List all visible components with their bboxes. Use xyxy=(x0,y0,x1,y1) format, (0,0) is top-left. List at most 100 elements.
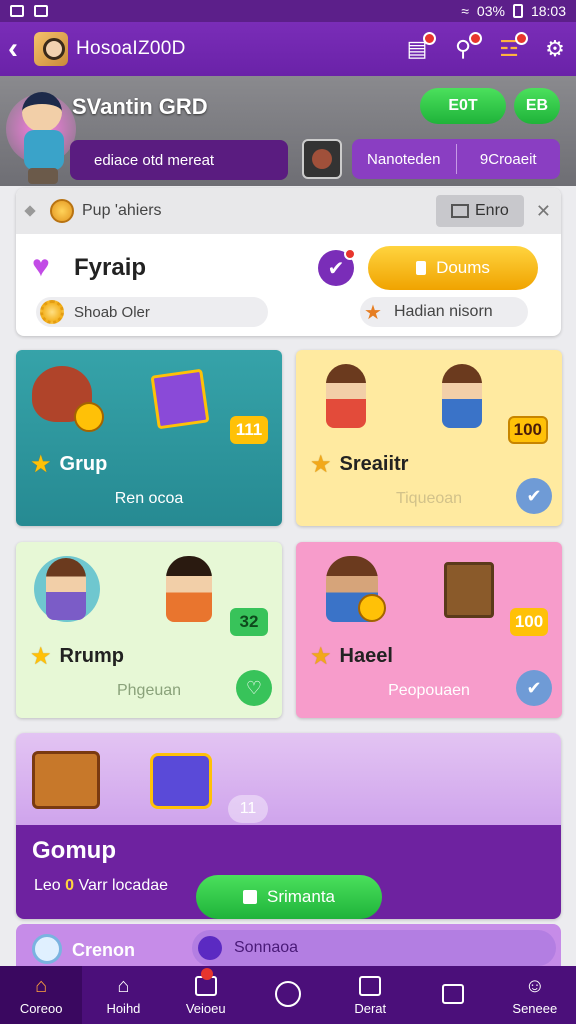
nav-label: Derat xyxy=(354,1001,387,1016)
nav-item-veioeu[interactable]: Veioeu xyxy=(165,966,247,1024)
tile-title: ★ Rrump xyxy=(30,642,124,671)
feature-action-label: Srimanta xyxy=(266,887,336,906)
heart-icon[interactable]: ♡ xyxy=(236,670,272,706)
info-card: Pup 'ahiers Enro ✕ ♥ Fyraip ✔ Doums Shoa… xyxy=(16,188,561,336)
check-icon[interactable]: ✔ xyxy=(516,670,552,706)
close-icon[interactable]: ✕ xyxy=(536,201,551,222)
coin-icon xyxy=(50,199,74,223)
treasure-box-icon xyxy=(444,562,494,618)
home-icon: ⌂ xyxy=(35,974,48,997)
tile-subtitle: Ren ocoa xyxy=(114,490,184,507)
row-name: Fyraip xyxy=(74,254,147,281)
tile-title-text: Grup xyxy=(59,453,108,475)
search-icon[interactable]: ⚲ xyxy=(450,32,482,62)
diamond-icon xyxy=(24,205,36,217)
nav-item-profile[interactable]: ☺ Seneee xyxy=(494,966,576,1024)
character-icon xyxy=(166,556,212,622)
nav-label: Coreoo xyxy=(19,1001,63,1016)
tile-badge: 32 xyxy=(230,608,268,636)
nav-item-home[interactable]: ⌂ Coreoo xyxy=(0,966,83,1024)
back-icon[interactable]: ‹ xyxy=(8,32,30,66)
nav-item-derat[interactable]: Derat xyxy=(329,966,411,1024)
tile-title-text: Haeel xyxy=(339,645,393,667)
stats-bar: Nanoteden 9Croaeit xyxy=(352,139,560,179)
app-header: ‹ HosoaIZ00D ▤ ⚲ ☲ ⚙ xyxy=(0,22,576,76)
secondary-pill[interactable]: Sonnaoa xyxy=(192,930,556,966)
book-icon xyxy=(150,368,210,430)
notification-icon xyxy=(34,5,48,17)
coin-basket-icon xyxy=(150,753,212,809)
star-icon: ★ xyxy=(30,451,52,478)
sub-left-label: Shoab Oler xyxy=(74,303,150,321)
house-outline-icon: ⌂ xyxy=(117,974,130,997)
coin-icon xyxy=(358,594,386,622)
tile-title-text: Rrump xyxy=(59,645,124,667)
stat-right[interactable]: 9Croaeit xyxy=(457,151,561,168)
heart-icon: ♥ xyxy=(32,250,50,283)
feature-card[interactable]: 11 Gomup Leo 0 Varr locadae Srimanta xyxy=(16,733,561,919)
tile-badge: 100 xyxy=(507,416,548,444)
check-icon[interactable]: ✔ xyxy=(318,248,356,286)
sub-right-label: Hadian nisorn xyxy=(393,303,493,320)
feature-title: Gomup xyxy=(32,837,116,864)
feature-action-button[interactable]: Srimanta xyxy=(196,875,382,919)
gift-icon[interactable]: ☲ xyxy=(496,32,528,62)
sun-icon xyxy=(40,300,64,324)
feature-sub-suffix: Varr locadae xyxy=(74,877,169,894)
sub-chip-left[interactable]: Shoab Oler xyxy=(36,297,268,327)
tile-badge: 100 xyxy=(510,608,548,636)
nav-label: Veioeu xyxy=(185,1001,226,1016)
player-character xyxy=(6,84,78,184)
book-icon xyxy=(451,204,469,218)
edit-button[interactable]: E0T xyxy=(420,88,506,124)
app-title: HosoaIZ00D xyxy=(76,38,186,59)
yellow-action-button[interactable]: Doums xyxy=(368,246,538,290)
player-status[interactable]: ediace otd mereat xyxy=(70,140,288,180)
battery-icon xyxy=(512,4,523,18)
tile-badge: 111 xyxy=(230,416,268,444)
share-button[interactable]: EB xyxy=(514,88,560,124)
coin-icon xyxy=(74,402,104,432)
wifi-icon: ≈ xyxy=(461,3,469,19)
feature-subtitle: Leo 0 Varr locadae xyxy=(34,877,168,895)
bubble-icon xyxy=(32,934,62,964)
ticket-icon xyxy=(242,890,257,904)
info-top-label: Pup 'ahiers xyxy=(82,202,162,219)
profile-banner: SVantin GRD E0T EB ediace otd mereat Nan… xyxy=(0,76,576,186)
gear-icon[interactable]: ⚙ xyxy=(542,36,568,62)
tile-title-text: Sreaiitr xyxy=(339,453,409,475)
nav-item-center[interactable] xyxy=(247,966,329,1024)
check-icon[interactable]: ✔ xyxy=(516,478,552,514)
stat-left[interactable]: Nanoteden xyxy=(352,151,456,168)
tile-title: ★ Haeel xyxy=(310,642,393,671)
avatar[interactable] xyxy=(34,32,68,66)
photo-icon xyxy=(357,974,383,998)
nav-label: Seneee xyxy=(512,1001,558,1016)
character-icon xyxy=(326,364,366,428)
chest-icon xyxy=(32,751,100,809)
star-icon: ★ xyxy=(310,643,332,670)
tile-rrump[interactable]: ★ Rrump Phgeuan 32 ♡ xyxy=(16,542,282,718)
character-icon xyxy=(442,364,482,428)
window-icon xyxy=(440,982,466,1006)
book-tab[interactable]: Enro xyxy=(435,195,524,227)
battery-percent: 03% xyxy=(476,3,505,19)
star-icon: ★ xyxy=(364,301,382,324)
calendar-icon[interactable]: ▤ xyxy=(404,32,436,62)
nav-label: Hoihd xyxy=(106,1001,141,1016)
book-tab-label: Enro xyxy=(475,202,509,219)
feature-sub-prefix: Leo xyxy=(34,877,66,894)
nav-item-hoihd[interactable]: ⌂ Hoihd xyxy=(82,966,164,1024)
companion-thumbnail[interactable] xyxy=(302,139,342,179)
tile-sreaiitr[interactable]: ★ Sreaiitr Tiqueoan 100 ✔ xyxy=(296,350,562,526)
star-icon: ★ xyxy=(30,643,52,670)
bottom-nav: ⌂ Coreoo ⌂ Hoihd Veioeu Derat ☺ Seneee xyxy=(0,966,576,1024)
sub-chip-right[interactable]: ★ Hadian nisorn xyxy=(360,297,528,327)
tile-title: ★ Sreaiitr xyxy=(310,450,408,479)
tile-grup[interactable]: ★ Grup Ren ocoa 111 xyxy=(16,350,282,526)
system-status-bar: ≈ 03% 18:03 xyxy=(0,0,576,22)
feature-sub-count: 0 xyxy=(65,877,75,894)
gallery-icon xyxy=(10,5,24,17)
nav-item-window[interactable] xyxy=(411,966,493,1024)
tile-haeel[interactable]: ★ Haeel Peopouaen 100 ✔ xyxy=(296,542,562,718)
